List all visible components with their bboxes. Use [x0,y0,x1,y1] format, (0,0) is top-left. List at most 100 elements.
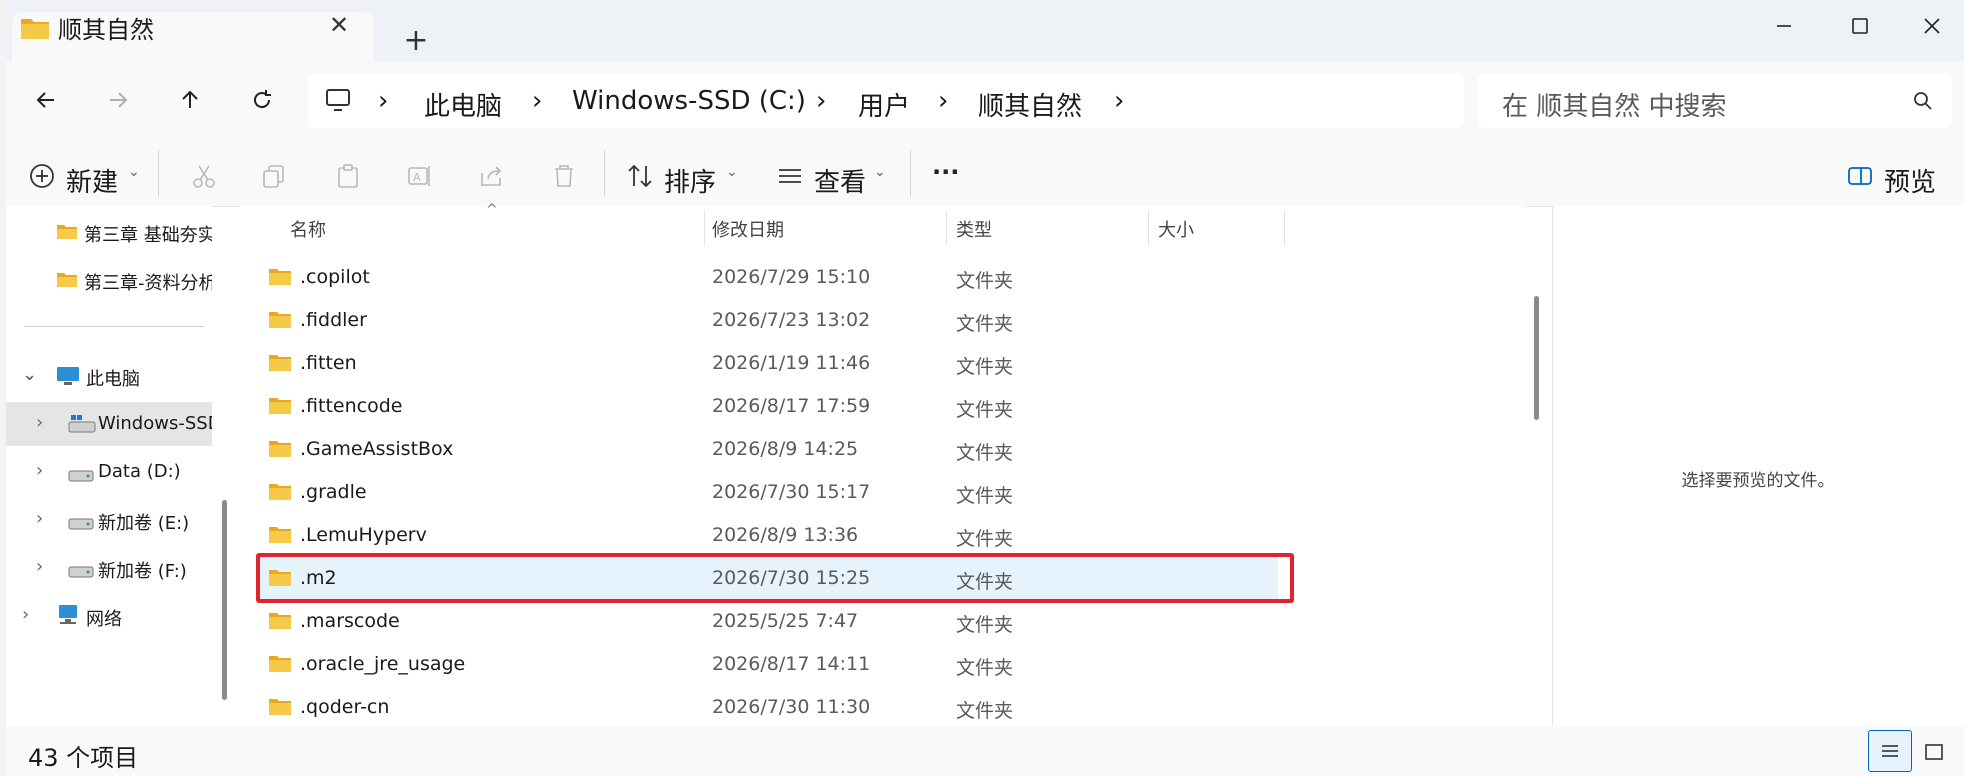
sort-button[interactable]: 排序 [664,162,716,199]
search-placeholder: 在 顺其自然 中搜索 [1502,92,1727,122]
file-row[interactable]: .GameAssistBox 2026/8/9 14:25 文件夹 [256,428,1278,470]
breadcrumb-users[interactable]: 用户 [858,86,910,123]
chevron-right-icon[interactable]: › [22,604,29,625]
chevron-down-icon: ⌄ [726,164,738,180]
copy-icon[interactable] [258,160,290,192]
folder-icon [268,395,292,419]
preview-button[interactable]: 预览 [1884,162,1936,199]
sort-ascending-icon: ^ [486,202,498,218]
file-type: 文件夹 [956,399,1014,421]
file-date: 2026/8/9 14:25 [712,438,859,460]
sidebar-item-label: 网络 [86,609,122,630]
breadcrumb-user-folder[interactable]: 顺其自然 [978,86,1082,123]
file-type: 文件夹 [956,270,1014,292]
folder-icon [268,266,292,290]
breadcrumb-this-pc[interactable]: 此电脑 [424,86,502,123]
forward-button[interactable] [98,80,138,120]
maximize-button[interactable] [1830,8,1890,44]
chevron-right-icon: › [378,86,389,116]
sidebar-item-data-d[interactable]: › Data (D:) [6,450,212,494]
drive-icon [68,514,94,535]
chevron-right-icon[interactable]: › [36,556,43,577]
close-window-button[interactable] [1902,8,1962,44]
column-divider[interactable] [946,210,947,246]
file-name: .copilot [300,266,370,288]
view-icon [774,160,806,192]
sidebar-item-this-pc[interactable]: ⌄ 此电脑 [6,354,212,398]
column-header-name[interactable]: 名称 [290,216,326,242]
new-tab-button[interactable]: + [398,24,434,60]
drive-icon [68,466,94,487]
sidebar-item-label: 第三章-资料分析 [84,273,212,294]
back-button[interactable] [26,80,66,120]
chevron-right-icon[interactable]: › [36,460,43,481]
sidebar-item-chapter3-basics[interactable]: 第三章 基础夯实 [6,210,212,254]
item-count: 43 个项目 [28,744,139,772]
column-header-date[interactable]: 修改日期 [712,216,784,242]
file-type: 文件夹 [956,442,1014,464]
file-row[interactable]: .oracle_jre_usage 2026/8/17 14:11 文件夹 [256,643,1278,685]
sidebar-item-network[interactable]: › 网络 [6,594,212,638]
chevron-down-icon: ⌄ [128,164,140,180]
paste-icon[interactable] [332,160,364,192]
refresh-button[interactable] [242,80,282,120]
sidebar-item-chapter3-analysis[interactable]: 第三章-资料分析 [6,258,212,302]
delete-icon[interactable] [548,160,580,192]
file-list-scrollbar[interactable] [1534,296,1539,420]
cut-icon[interactable] [188,160,220,192]
chevron-right-icon[interactable]: › [36,508,43,529]
file-type: 文件夹 [956,528,1014,550]
folder-icon [268,524,292,548]
chevron-right-icon[interactable]: › [36,412,43,433]
file-row[interactable]: .qoder-cn 2026/7/30 11:30 文件夹 [256,686,1278,728]
file-row[interactable]: .gradle 2026/7/30 15:17 文件夹 [256,471,1278,513]
minimize-button[interactable] [1754,8,1814,44]
column-divider[interactable] [1148,210,1149,246]
share-icon[interactable] [476,160,508,192]
file-name: .fittencode [300,395,403,417]
tiles-view-button[interactable] [1918,736,1950,768]
file-row[interactable]: .fiddler 2026/7/23 13:02 文件夹 [256,299,1278,341]
breadcrumb-drive[interactable]: Windows-SSD (C:) [572,86,806,116]
navpane-scrollbar[interactable] [222,500,227,700]
file-row[interactable]: .marscode 2025/5/25 7:47 文件夹 [256,600,1278,642]
new-button[interactable]: 新建 [66,162,118,199]
toolbar-divider [158,150,159,196]
drive-windows-icon [68,414,96,439]
drive-icon [68,562,94,583]
file-date: 2026/7/29 15:10 [712,266,871,288]
file-row[interactable]: .fittencode 2026/8/17 17:59 文件夹 [256,385,1278,427]
more-options-button[interactable]: ··· [932,158,959,186]
column-header-size[interactable]: 大小 [1158,216,1194,242]
sidebar-item-label: Windows-SSD (C:) [98,413,212,434]
tab-title: 顺其自然 [58,16,154,44]
file-type: 文件夹 [956,485,1014,507]
sidebar-item-windows-ssd[interactable]: › Windows-SSD (C:) [6,402,212,446]
computer-icon [324,86,352,118]
column-divider[interactable] [1284,210,1285,246]
tab-close-button[interactable]: ✕ [322,8,356,42]
toolbar-divider [910,150,911,196]
chevron-right-icon: › [938,86,949,116]
computer-icon [56,366,80,391]
sidebar-item-volume-e[interactable]: › 新加卷 (E:) [6,498,212,542]
column-divider[interactable] [704,210,705,246]
highlight-box [256,553,1294,603]
file-row[interactable]: .copilot 2026/7/29 15:10 文件夹 [256,256,1278,298]
chevron-down-icon[interactable]: ⌄ [22,364,37,385]
rename-icon[interactable]: A [404,160,436,192]
up-button[interactable] [170,80,210,120]
file-name: .oracle_jre_usage [300,653,466,675]
view-button[interactable]: 查看 [814,162,866,199]
file-type: 文件夹 [956,313,1014,335]
file-row[interactable]: .LemuHyperv 2026/8/9 13:36 文件夹 [256,514,1278,556]
svg-text:A: A [413,171,421,184]
sidebar-item-volume-f[interactable]: › 新加卷 (F:) [6,546,212,590]
file-date: 2026/7/23 13:02 [712,309,871,331]
column-header-type[interactable]: 类型 [956,216,992,242]
folder-icon [268,309,292,333]
details-view-button[interactable] [1868,730,1912,772]
chevron-right-icon[interactable]: › [1114,86,1124,116]
file-row[interactable]: .fitten 2026/1/19 11:46 文件夹 [256,342,1278,384]
search-icon [1912,90,1934,116]
